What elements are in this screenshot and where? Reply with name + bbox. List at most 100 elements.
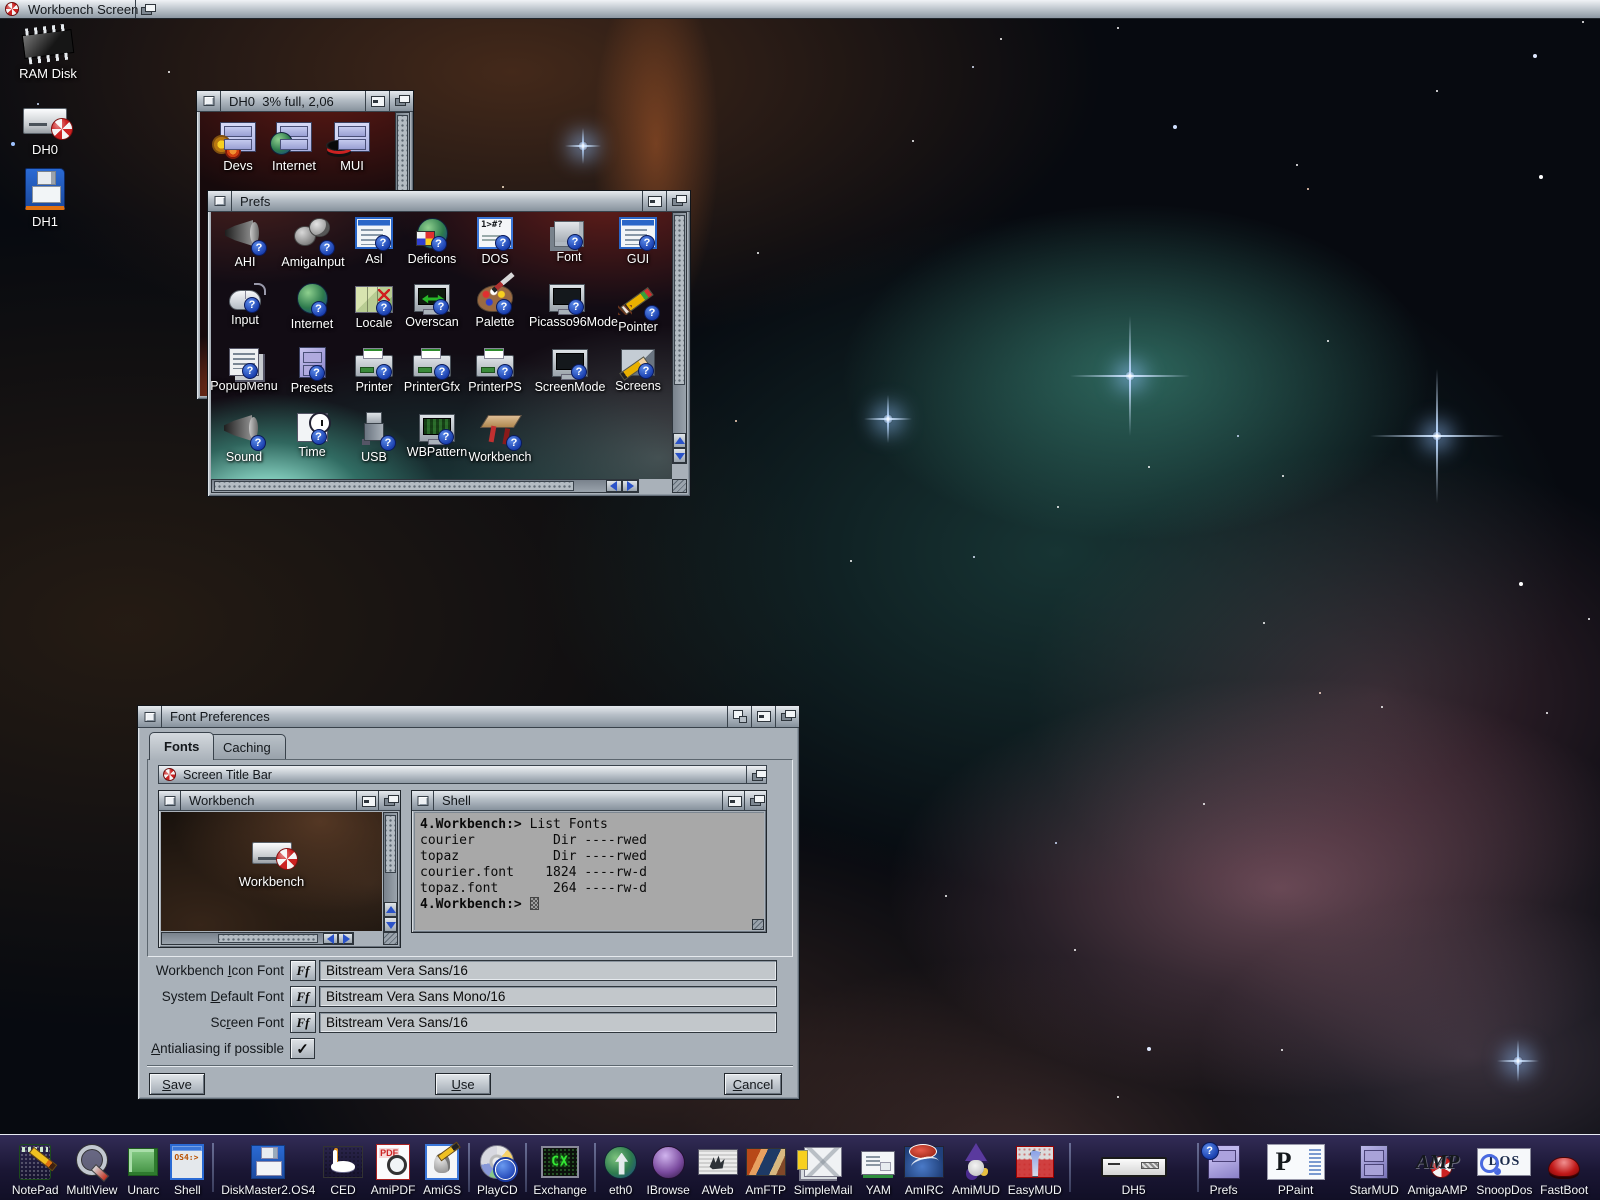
ghost-pencil-icon xyxy=(425,1144,459,1180)
screen-font-field[interactable]: Bitstream Vera Sans/16 xyxy=(319,1012,777,1033)
dock-item-yam[interactable]: YAM xyxy=(856,1135,900,1200)
dock-item-eth0[interactable]: eth0 xyxy=(599,1135,643,1200)
dock-item-amipdf[interactable]: PDFAmiPDF xyxy=(367,1135,419,1200)
dh0-icon-mui[interactable]: MUI xyxy=(322,122,382,173)
hand-panel-icon xyxy=(698,1149,738,1175)
prefs-icon-sound[interactable]: Sound xyxy=(211,411,282,464)
prefs-icon-printerps[interactable]: PrinterPS xyxy=(457,346,533,394)
prefs-icon-dos[interactable]: 1>#?DOS xyxy=(457,216,533,266)
system-default-font-field[interactable]: Bitstream Vera Sans Mono/16 xyxy=(319,986,777,1007)
dock-item-amigaamp[interactable]: AMPAmigaAMP xyxy=(1403,1135,1473,1200)
dh0-titlebar[interactable]: DH0 3% full, 2,06 xyxy=(197,91,413,112)
scroll-right-arrow[interactable] xyxy=(622,480,638,492)
close-gadget[interactable] xyxy=(197,91,221,111)
dh0-icon-devs[interactable]: Devs xyxy=(208,122,268,173)
dock-item-playcd[interactable]: PlayCD xyxy=(473,1135,521,1200)
dock-item-dh5[interactable]: DH5 xyxy=(1074,1135,1194,1200)
monitor-arrows-icon xyxy=(414,284,450,312)
workbench-icon-font-field[interactable]: Bitstream Vera Sans/16 xyxy=(319,960,777,981)
cancel-button[interactable]: Cancel xyxy=(724,1073,782,1095)
prefs-icon-font[interactable]: Font xyxy=(531,216,607,264)
palette-icon xyxy=(477,285,513,312)
amp-logo-icon: AMP xyxy=(1407,1146,1469,1178)
prefs-icon-workbench[interactable]: Workbench xyxy=(462,411,538,464)
scrollbar-thumb[interactable] xyxy=(397,115,408,195)
dock-item-amirc[interactable]: AmIRC xyxy=(900,1135,948,1200)
dock-separator xyxy=(594,1143,596,1192)
dock-item-simplemail[interactable]: SimpleMail xyxy=(790,1135,856,1200)
dock-item-fastboot[interactable]: FastBoot xyxy=(1536,1135,1592,1200)
separator xyxy=(147,1065,793,1067)
dock-item-multiview[interactable]: MultiView xyxy=(62,1135,121,1200)
file-cabinet-icon xyxy=(1360,1145,1388,1179)
iconify-gadget[interactable] xyxy=(642,191,666,211)
zoom-gadget[interactable] xyxy=(727,706,751,727)
iconify-gadget[interactable] xyxy=(751,706,775,727)
scroll-up-arrow[interactable] xyxy=(673,433,686,448)
dock-item-amftp[interactable]: AmFTP xyxy=(741,1135,789,1200)
desktop-icon-dh0[interactable]: DH0 xyxy=(5,104,85,157)
use-button[interactable]: Use xyxy=(435,1073,491,1095)
floppy-icon xyxy=(251,1145,285,1179)
system-default-font-picker-button[interactable]: Ff xyxy=(290,986,316,1007)
screen-font-picker-button[interactable]: Ff xyxy=(290,1012,316,1033)
dock-separator xyxy=(1069,1143,1071,1192)
screen-depth-gadget[interactable] xyxy=(135,0,159,18)
dock-item-exchange[interactable]: CXExchange xyxy=(530,1135,591,1200)
prefs-vertical-scrollbar[interactable] xyxy=(672,212,687,464)
scroll-down-arrow[interactable] xyxy=(673,448,686,463)
save-button[interactable]: Save xyxy=(149,1073,205,1095)
amidock: NotePad MultiView Unarc OS4:>Shell DiskM… xyxy=(0,1134,1600,1200)
desktop-icon-ram-disk[interactable]: RAM Disk xyxy=(8,22,88,81)
dock-item-notepad[interactable]: NotePad xyxy=(8,1135,62,1200)
resize-corner[interactable] xyxy=(672,479,687,493)
prefs-icon-pointer[interactable]: Pointer xyxy=(600,281,672,334)
font-cube-icon xyxy=(554,221,584,247)
dock-item-prefs[interactable]: Prefs xyxy=(1202,1135,1246,1200)
dh0-icon-internet[interactable]: Internet xyxy=(264,122,324,173)
iconify-gadget[interactable] xyxy=(365,91,389,111)
prefs-horizontal-scrollbar[interactable] xyxy=(211,479,639,493)
scrollbar-thumb[interactable] xyxy=(674,215,685,385)
dock-item-amigs[interactable]: AmiGS xyxy=(419,1135,465,1200)
desktop-icon-dh1[interactable]: DH1 xyxy=(5,168,85,229)
dos-magnifier-icon: DOS xyxy=(1477,1148,1531,1176)
dock-item-easymud[interactable]: EasyMUD xyxy=(1004,1135,1066,1200)
ram-chip-icon xyxy=(22,29,75,59)
printer-icon xyxy=(413,355,451,377)
scroll-left-arrow[interactable] xyxy=(606,480,622,492)
dock-item-starmud[interactable]: StarMUD xyxy=(1346,1135,1403,1200)
prefs-icon-palette[interactable]: Palette xyxy=(457,281,533,329)
dock-item-snoopdos[interactable]: DOSSnoopDos xyxy=(1472,1135,1536,1200)
prefs-icon-ahi[interactable]: AHI xyxy=(211,216,283,269)
prefs-icon-input[interactable]: Input xyxy=(211,281,283,327)
dock-item-amimud[interactable]: AmiMUD xyxy=(948,1135,1004,1200)
prefs-icon-picasso96mode[interactable]: Picasso96Mode xyxy=(529,281,605,329)
workbench-icon-font-picker-button[interactable]: Ff xyxy=(290,960,316,981)
prefs-icon-gui[interactable]: GUI xyxy=(600,216,672,266)
font-prefs-titlebar[interactable]: Font Preferences xyxy=(138,706,799,728)
dock-item-unarc[interactable]: Unarc xyxy=(121,1135,165,1200)
close-gadget[interactable] xyxy=(138,706,162,727)
screen-font-label: Screen Font xyxy=(146,1015,284,1030)
tab-caching[interactable]: Caching xyxy=(208,734,286,760)
antialiasing-checkbox[interactable]: ✓ xyxy=(290,1038,315,1059)
depth-gadget[interactable] xyxy=(666,191,690,211)
dock-item-ppaint[interactable]: PPPaint xyxy=(1246,1135,1346,1200)
dock-item-aweb[interactable]: AWeb xyxy=(694,1135,742,1200)
swan-icon xyxy=(323,1146,363,1178)
scrollbar-thumb[interactable] xyxy=(214,481,574,491)
dock-item-shell[interactable]: OS4:>Shell xyxy=(165,1135,209,1200)
prefs-icon-popupmenu[interactable]: PopupMenu xyxy=(211,346,282,393)
dock-item-ibrowse[interactable]: IBrowse xyxy=(643,1135,694,1200)
depth-gadget[interactable] xyxy=(775,706,799,727)
prefs-titlebar[interactable]: Prefs xyxy=(208,191,690,212)
prefs-icon-screens[interactable]: Screens xyxy=(600,346,672,393)
dock-item-ced[interactable]: CED xyxy=(319,1135,367,1200)
tab-fonts[interactable]: Fonts xyxy=(149,732,214,760)
dos-window-icon: 1>#? xyxy=(477,217,513,249)
close-gadget[interactable] xyxy=(208,191,232,211)
depth-gadget[interactable] xyxy=(389,91,413,111)
prefs-icon-screenmode[interactable]: ScreenMode xyxy=(532,346,608,394)
dock-item-diskmaster[interactable]: DiskMaster2.OS4 xyxy=(217,1135,319,1200)
